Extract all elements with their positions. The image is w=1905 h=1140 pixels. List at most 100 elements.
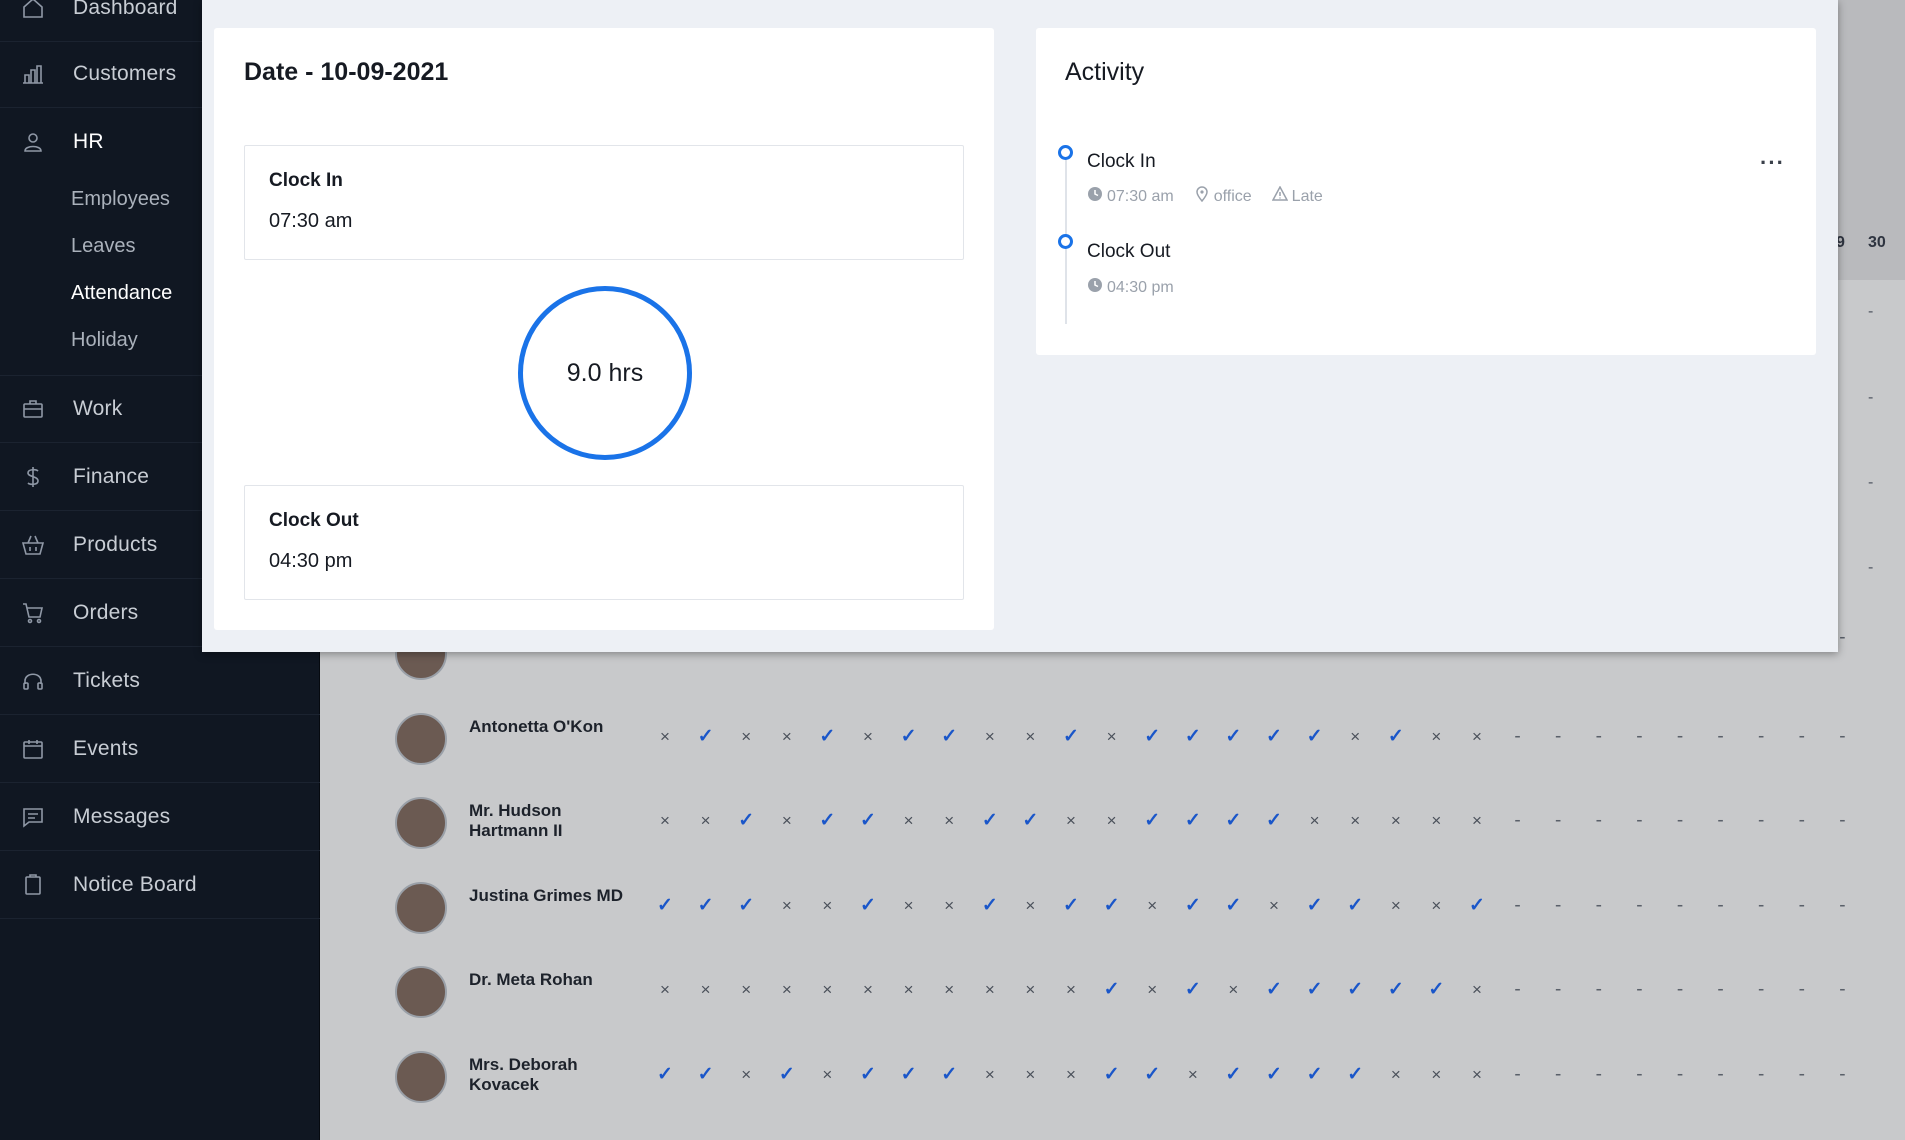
absent-cross-icon[interactable]: × xyxy=(1381,1065,1411,1085)
empty-cell-dash[interactable]: - xyxy=(1746,811,1776,831)
present-check-icon[interactable]: ✓ xyxy=(1015,811,1045,831)
empty-cell-dash[interactable]: - xyxy=(1787,811,1817,831)
absent-cross-icon[interactable]: × xyxy=(1015,727,1045,747)
empty-cell-dash[interactable]: - xyxy=(1543,727,1573,747)
present-check-icon[interactable]: ✓ xyxy=(1340,980,1370,1000)
sidebar-subitem-leaves[interactable]: Leaves xyxy=(71,235,136,258)
sidebar-item-events[interactable]: Events xyxy=(0,715,320,783)
absent-cross-icon[interactable]: × xyxy=(1015,1065,1045,1085)
empty-cell-dash[interactable]: - xyxy=(1827,1065,1857,1085)
present-check-icon[interactable]: ✓ xyxy=(1300,727,1330,747)
absent-cross-icon[interactable]: × xyxy=(1056,980,1086,1000)
absent-cross-icon[interactable]: × xyxy=(1421,1065,1451,1085)
present-check-icon[interactable]: ✓ xyxy=(691,1065,721,1085)
sidebar-item-notice-board[interactable]: Notice Board xyxy=(0,851,320,919)
present-check-icon[interactable]: ✓ xyxy=(975,896,1005,916)
present-check-icon[interactable]: ✓ xyxy=(975,811,1005,831)
present-check-icon[interactable]: ✓ xyxy=(812,727,842,747)
absent-cross-icon[interactable]: × xyxy=(812,1065,842,1085)
absent-cross-icon[interactable]: × xyxy=(975,727,1005,747)
empty-cell-dash[interactable]: - xyxy=(1746,980,1776,1000)
sidebar-subitem-holiday[interactable]: Holiday xyxy=(71,329,138,352)
empty-cell-dash[interactable]: - xyxy=(1827,896,1857,916)
absent-cross-icon[interactable]: × xyxy=(934,811,964,831)
absent-cross-icon[interactable]: × xyxy=(1462,1065,1492,1085)
empty-cell-dash[interactable]: - xyxy=(1665,727,1695,747)
present-check-icon[interactable]: ✓ xyxy=(1381,980,1411,1000)
present-check-icon[interactable]: ✓ xyxy=(1381,727,1411,747)
empty-cell-dash[interactable]: - xyxy=(1706,896,1736,916)
employee-name[interactable]: Mr. Hudson Hartmann II xyxy=(469,801,639,841)
present-check-icon[interactable]: ✓ xyxy=(1421,980,1451,1000)
present-check-icon[interactable]: ✓ xyxy=(650,1065,680,1085)
absent-cross-icon[interactable]: × xyxy=(731,1065,761,1085)
sidebar-subitem-attendance[interactable]: Attendance xyxy=(71,282,172,305)
present-check-icon[interactable]: ✓ xyxy=(853,811,883,831)
absent-cross-icon[interactable]: × xyxy=(894,811,924,831)
present-check-icon[interactable]: ✓ xyxy=(1056,727,1086,747)
present-check-icon[interactable]: ✓ xyxy=(894,1065,924,1085)
empty-cell-dash[interactable]: - xyxy=(1706,980,1736,1000)
empty-cell-dash[interactable]: - xyxy=(1624,1065,1654,1085)
absent-cross-icon[interactable]: × xyxy=(853,727,883,747)
employee-name[interactable]: Dr. Meta Rohan xyxy=(469,970,639,990)
present-check-icon[interactable]: ✓ xyxy=(650,896,680,916)
absent-cross-icon[interactable]: × xyxy=(1259,896,1289,916)
absent-cross-icon[interactable]: × xyxy=(731,727,761,747)
empty-cell-dash[interactable]: - xyxy=(1624,811,1654,831)
empty-cell-dash[interactable]: - xyxy=(1543,980,1573,1000)
sidebar-subitem-employees[interactable]: Employees xyxy=(71,188,170,211)
present-check-icon[interactable]: ✓ xyxy=(1462,896,1492,916)
absent-cross-icon[interactable]: × xyxy=(650,980,680,1000)
empty-cell-dash[interactable]: - xyxy=(1584,896,1614,916)
absent-cross-icon[interactable]: × xyxy=(853,980,883,1000)
empty-cell-dash[interactable]: - xyxy=(1543,1065,1573,1085)
absent-cross-icon[interactable]: × xyxy=(1300,811,1330,831)
empty-cell-dash[interactable]: - xyxy=(1584,727,1614,747)
absent-cross-icon[interactable]: × xyxy=(1462,980,1492,1000)
absent-cross-icon[interactable]: × xyxy=(975,1065,1005,1085)
absent-cross-icon[interactable]: × xyxy=(812,896,842,916)
absent-cross-icon[interactable]: × xyxy=(1421,811,1451,831)
empty-cell-dash[interactable]: - xyxy=(1584,1065,1614,1085)
present-check-icon[interactable]: ✓ xyxy=(1137,727,1167,747)
employee-name[interactable]: Justina Grimes MD xyxy=(469,886,639,906)
empty-cell-dash[interactable]: - xyxy=(1624,980,1654,1000)
present-check-icon[interactable]: ✓ xyxy=(1300,896,1330,916)
absent-cross-icon[interactable]: × xyxy=(934,980,964,1000)
present-check-icon[interactable]: ✓ xyxy=(1097,1065,1127,1085)
absent-cross-icon[interactable]: × xyxy=(1137,980,1167,1000)
present-check-icon[interactable]: ✓ xyxy=(1137,811,1167,831)
present-check-icon[interactable]: ✓ xyxy=(772,1065,802,1085)
absent-cross-icon[interactable]: × xyxy=(1381,811,1411,831)
absent-cross-icon[interactable]: × xyxy=(1462,811,1492,831)
absent-cross-icon[interactable]: × xyxy=(812,980,842,1000)
present-check-icon[interactable]: ✓ xyxy=(1178,980,1208,1000)
empty-cell-dash[interactable]: - xyxy=(1706,811,1736,831)
present-check-icon[interactable]: ✓ xyxy=(1259,1065,1289,1085)
table-row[interactable]: Antonetta O'Kon × ✓ × × ✓ × ✓ ✓ × × ✓ × ✓ ✓ ✓ ✓ ✓ × ✓ × × - - - -… xyxy=(395,713,1905,783)
empty-cell-dash[interactable]: - xyxy=(1665,980,1695,1000)
empty-cell-dash[interactable]: - xyxy=(1503,811,1533,831)
absent-cross-icon[interactable]: × xyxy=(1218,980,1248,1000)
present-check-icon[interactable]: ✓ xyxy=(1259,980,1289,1000)
absent-cross-icon[interactable]: × xyxy=(772,980,802,1000)
empty-cell-dash[interactable]: - xyxy=(1624,727,1654,747)
present-check-icon[interactable]: ✓ xyxy=(1300,980,1330,1000)
present-check-icon[interactable]: ✓ xyxy=(1218,1065,1248,1085)
table-row[interactable]: Mr. Hudson Hartmann II × × ✓ × ✓ ✓ × × ✓ ✓ × × ✓ ✓ ✓ ✓ × ×… xyxy=(395,797,1905,867)
present-check-icon[interactable]: ✓ xyxy=(812,811,842,831)
present-check-icon[interactable]: ✓ xyxy=(1340,1065,1370,1085)
empty-cell-dash[interactable]: - xyxy=(1827,727,1857,747)
absent-cross-icon[interactable]: × xyxy=(1340,727,1370,747)
present-check-icon[interactable]: ✓ xyxy=(1178,811,1208,831)
empty-cell-dash[interactable]: - xyxy=(1787,896,1817,916)
present-check-icon[interactable]: ✓ xyxy=(1097,980,1127,1000)
empty-cell-dash[interactable]: - xyxy=(1665,896,1695,916)
empty-cell-dash[interactable]: - xyxy=(1706,727,1736,747)
present-check-icon[interactable]: ✓ xyxy=(1178,727,1208,747)
empty-cell-dash[interactable]: - xyxy=(1665,1065,1695,1085)
present-check-icon[interactable]: ✓ xyxy=(853,1065,883,1085)
absent-cross-icon[interactable]: × xyxy=(1097,811,1127,831)
empty-cell-dash[interactable]: - xyxy=(1503,980,1533,1000)
